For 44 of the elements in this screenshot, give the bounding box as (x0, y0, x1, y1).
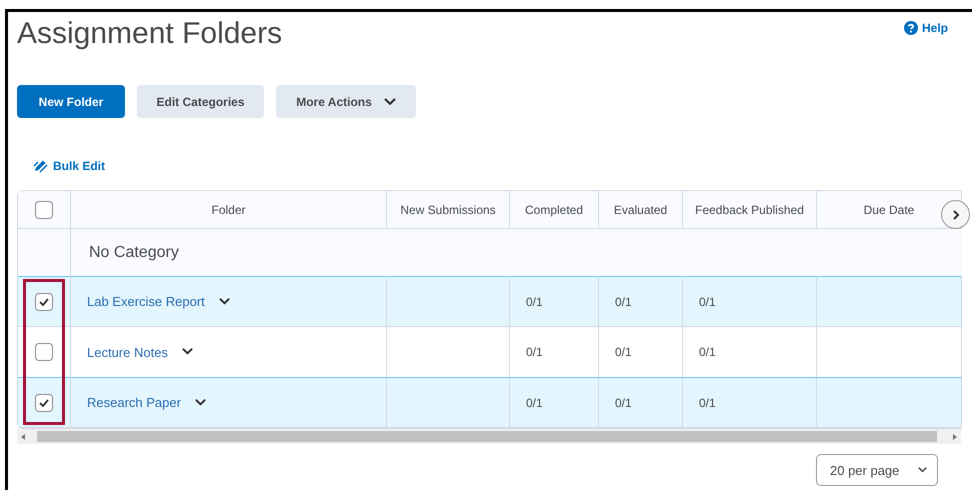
chevron-down-icon (182, 348, 193, 356)
checkbox[interactable] (35, 200, 53, 218)
table-cell: 0/1 (615, 396, 632, 410)
bulk-edit-link[interactable]: Bulk Edit (33, 158, 972, 173)
column-header: New Submissions (400, 202, 496, 216)
column-header: Evaluated (614, 202, 668, 216)
table-cell: 0/1 (699, 396, 716, 410)
checkbox[interactable] (35, 343, 53, 361)
column-header: Due Date (864, 202, 914, 216)
menu-button[interactable]: More Actions (276, 85, 416, 118)
column-header: Folder (211, 202, 246, 216)
table-cell: 0/1 (699, 345, 716, 359)
chevron-down-icon (194, 398, 206, 406)
folder-link[interactable]: Lab Exercise Report (87, 294, 205, 309)
checkbox[interactable] (35, 292, 53, 310)
page-title: Assignment Folders (17, 16, 282, 52)
chevron-down-icon (384, 98, 396, 106)
chevron-down-icon (218, 298, 230, 306)
table-cell: 0/1 (526, 345, 543, 359)
checkbox[interactable] (35, 394, 53, 412)
scroll-right-button[interactable] (941, 200, 970, 229)
scroll-left-icon[interactable] (21, 434, 25, 440)
help-link[interactable]: Help (904, 21, 948, 35)
per-page-select[interactable]: 20 per page (816, 454, 938, 486)
table-cell: 0/1 (699, 294, 716, 308)
chevron-right-icon (952, 208, 960, 220)
folder-link[interactable]: Research Paper (87, 395, 181, 410)
help-icon (904, 21, 918, 35)
horizontal-scrollbar[interactable] (17, 429, 961, 444)
category-title: No Category (89, 244, 179, 262)
pencil-icon (33, 158, 48, 173)
column-header: Feedback Published (695, 202, 804, 216)
chevron-down-icon (918, 467, 927, 473)
table-cell: 0/1 (526, 396, 543, 410)
scroll-right-icon[interactable] (953, 434, 957, 440)
column-header: Completed (524, 202, 584, 216)
table-cell: 0/1 (526, 294, 543, 308)
action-button[interactable]: Edit Categories (137, 85, 264, 118)
checkmark-icon (39, 398, 49, 406)
table-cell: 0/1 (615, 294, 632, 308)
table-cell: 0/1 (615, 345, 632, 359)
action-button[interactable]: New Folder (17, 85, 125, 118)
checkmark-icon (39, 298, 49, 306)
folder-link[interactable]: Lecture Notes (87, 344, 168, 360)
